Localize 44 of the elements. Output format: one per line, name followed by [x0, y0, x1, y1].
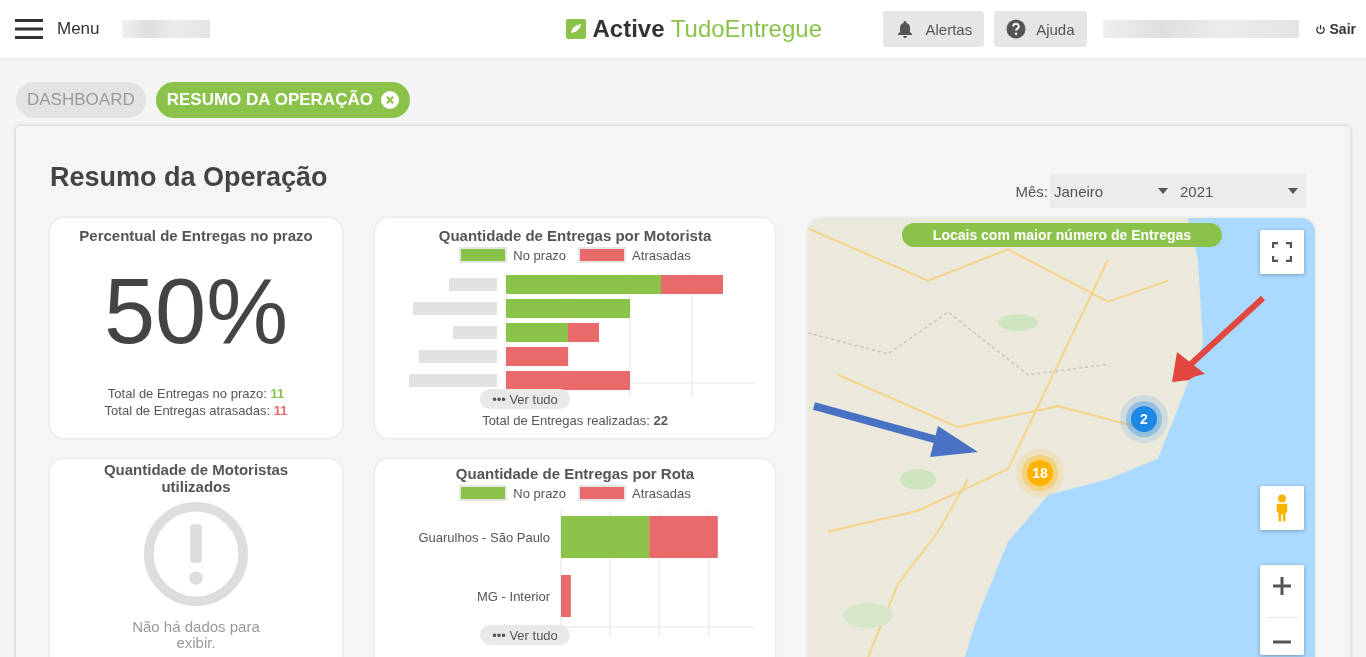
page-title: Resumo da Operação — [50, 162, 328, 193]
caret-icon — [1158, 188, 1168, 194]
card-title: Quantidade de Entregas por Motorista — [438, 227, 712, 244]
power-icon — [1314, 23, 1326, 35]
header-button[interactable]: Ajuda — [994, 11, 1087, 47]
fullscreen-button[interactable] — [1260, 230, 1304, 274]
redacted-label — [453, 326, 497, 339]
chart-bar — [506, 347, 568, 366]
total-line: Total de Entregas realizadas: 22 — [482, 413, 668, 428]
menu-label[interactable]: Menu — [57, 19, 100, 39]
see-all-button[interactable]: ••• Ver tudo — [480, 389, 570, 409]
legend-label: Atrasadas — [632, 485, 691, 501]
filter-label: Mês: — [1015, 182, 1048, 200]
card-title: Quantidade de Motoristas utilizados — [102, 461, 290, 495]
redacted-label — [449, 278, 497, 291]
category-label: MG - Interior — [477, 589, 550, 604]
zoom-out-button[interactable] — [1272, 640, 1292, 645]
fullscreen-icon — [1272, 242, 1292, 262]
map-title: Locais com maior número de Entregas — [902, 223, 1222, 247]
logo-icon — [566, 19, 587, 39]
see-all-button[interactable]: ••• Ver tudo — [480, 625, 570, 645]
empty-message: Não há dados para exibir. — [131, 619, 261, 651]
month-select[interactable]: Janeiro — [1050, 174, 1176, 208]
zoom-in-button[interactable] — [1272, 575, 1292, 596]
warning-icon — [143, 501, 249, 607]
legend-label: No prazo — [513, 485, 567, 501]
card-title: Percentual de Entregas no prazo — [79, 227, 313, 244]
legend-label: No prazo — [513, 247, 567, 263]
total-line: Total de Entregas no prazo: 11 — [107, 386, 285, 401]
help-icon — [1006, 19, 1027, 39]
person-icon — [1275, 493, 1289, 523]
caret-icon — [1288, 188, 1298, 194]
year-select[interactable]: 2021 — [1176, 174, 1306, 208]
category-label: Guarulhos - São Paulo — [418, 530, 550, 545]
chart-bar — [561, 575, 571, 617]
total-line: Total de Entregas atrasadas: 11 — [104, 403, 288, 418]
legend-label: Atrasadas — [632, 247, 691, 263]
chart-bar — [649, 516, 718, 558]
card-title: Quantidade de Entregas por Rota — [455, 465, 695, 482]
logout-button[interactable]: Sair — [1314, 21, 1356, 37]
logo-text: Active TudoEntregue — [592, 15, 822, 43]
menu-icon[interactable] — [15, 19, 43, 39]
percent-value: 50% — [103, 259, 289, 364]
header-button[interactable]: Alertas — [883, 11, 985, 47]
